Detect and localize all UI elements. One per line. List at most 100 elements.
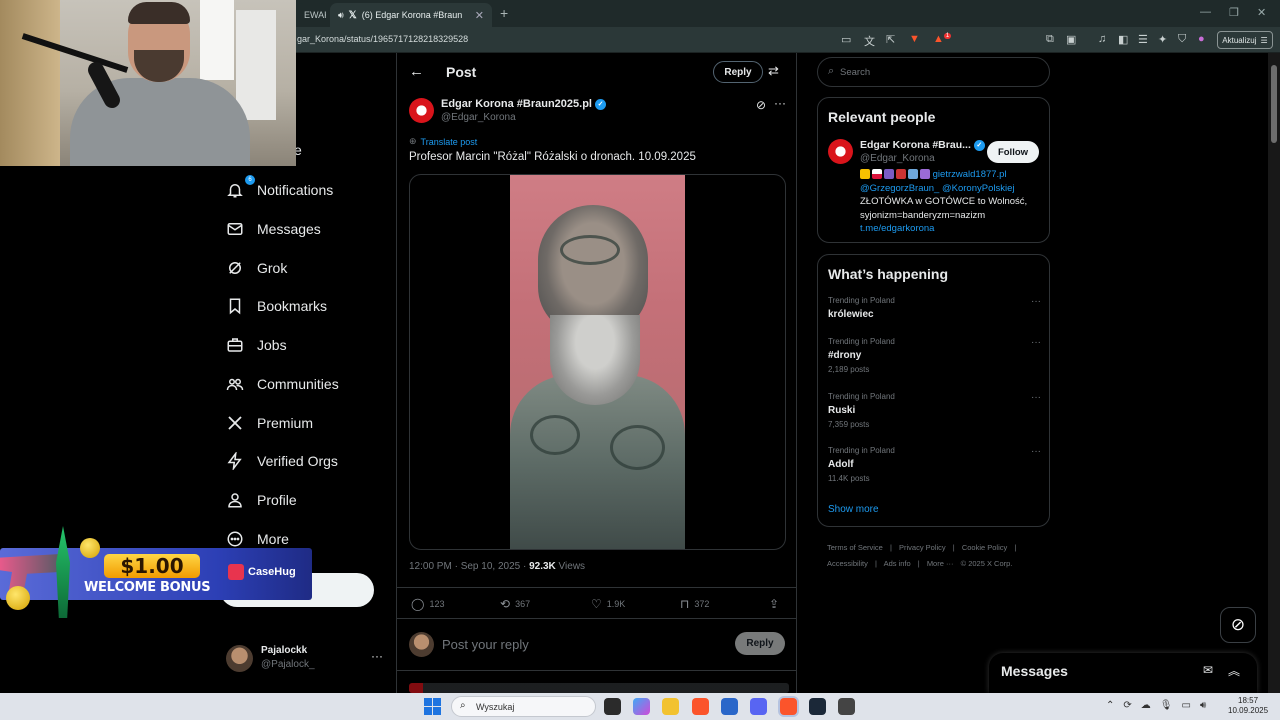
- avatar[interactable]: [828, 139, 853, 164]
- file-explorer-icon[interactable]: [662, 698, 679, 715]
- trend-item[interactable]: Trending in Poland #drony 2,189 posts ··…: [828, 337, 1041, 374]
- brave-rewards-icon[interactable]: ▲ 1: [933, 33, 952, 45]
- windows-start-icon[interactable]: [424, 698, 441, 715]
- network-icon[interactable]: ▭: [1181, 700, 1190, 711]
- translate-post-link[interactable]: ⊕ Translate post: [409, 136, 477, 147]
- volume-icon[interactable]: 🔊︎: [1200, 700, 1206, 711]
- nav-item-communities[interactable]: Communities: [226, 375, 339, 393]
- close-window-icon[interactable]: ✕: [1257, 6, 1266, 19]
- sync-icon[interactable]: ⟳: [1123, 700, 1131, 711]
- chevron-up-icon[interactable]: ︽: [1228, 662, 1240, 679]
- steam-icon[interactable]: [809, 698, 826, 715]
- repost-action[interactable]: ⟲ 367: [500, 597, 530, 611]
- taskbar-search[interactable]: ⌕ Wyszukaj: [451, 696, 596, 717]
- extensions-icon[interactable]: ⧉: [1046, 33, 1054, 46]
- browser-tab-active[interactable]: 🔊︎ 𝕏 (6) Edgar Korona #Braun2025 ✕: [330, 3, 492, 27]
- translate-icon[interactable]: 文: [864, 33, 875, 49]
- microphone-icon[interactable]: 🎙︎: [1160, 700, 1173, 711]
- brave-shield-icon[interactable]: ▼: [909, 33, 920, 45]
- brave-active-icon[interactable]: [780, 698, 797, 715]
- vpn-icon[interactable]: ⛉: [1178, 33, 1186, 46]
- messages-drawer[interactable]: Messages ✉ ︽: [989, 653, 1257, 693]
- update-button[interactable]: Aktualizuj ☰: [1217, 31, 1273, 49]
- sidebar-toggle-icon[interactable]: ◧: [1118, 33, 1128, 46]
- more-dots-icon[interactable]: ···: [774, 96, 786, 110]
- nav-item-bookmarks[interactable]: Bookmarks: [226, 297, 327, 315]
- relevant-person-name[interactable]: Edgar Korona #Brau... ✓: [860, 139, 985, 151]
- copilot-icon[interactable]: [633, 698, 650, 715]
- browser-tab[interactable]: EWAKU: [296, 3, 326, 27]
- media-icon[interactable]: ♫: [1098, 33, 1106, 45]
- leo-ai-icon[interactable]: ✦: [1158, 33, 1167, 46]
- reply-action[interactable]: ◯ 123: [411, 597, 444, 611]
- brave-browser-icon[interactable]: [692, 698, 709, 715]
- url-field[interactable]: gar_Korona/status/1965717128218329528: [297, 34, 468, 44]
- new-message-icon[interactable]: ✉: [1203, 663, 1213, 677]
- promo-banner[interactable]: $1.00 WELCOME BONUS CaseHug: [0, 526, 312, 622]
- more-dots-icon[interactable]: ···: [371, 649, 383, 663]
- bio-telegram-link[interactable]: t.me/edgarkorona: [860, 223, 934, 234]
- more-dots-icon[interactable]: ···: [1031, 296, 1041, 307]
- profile-icon[interactable]: ●: [1198, 33, 1205, 45]
- more-dots-icon[interactable]: ···: [1031, 337, 1041, 348]
- relevant-person-handle[interactable]: @Edgar_Korona: [860, 153, 935, 164]
- nav-item-messages[interactable]: Messages: [226, 220, 321, 238]
- footer-link[interactable]: Terms of Service: [827, 543, 883, 552]
- filter-icon[interactable]: ⇄: [768, 63, 779, 79]
- trend-item[interactable]: Trending in Poland Adolf 11.4K posts ···: [828, 446, 1041, 483]
- footer-link[interactable]: Cookie Policy: [962, 543, 1007, 552]
- new-tab-button[interactable]: +: [500, 5, 508, 21]
- video-player[interactable]: [409, 174, 786, 550]
- scrollbar[interactable]: [1268, 53, 1280, 693]
- task-view-icon[interactable]: [604, 698, 621, 715]
- avatar[interactable]: [409, 98, 434, 123]
- bio-link[interactable]: gietrzwald1877.pl: [933, 169, 1007, 180]
- reply-button[interactable]: Reply: [713, 61, 763, 83]
- taskbar-clock[interactable]: 18:57 10.09.2025: [1228, 696, 1268, 716]
- nav-item-notifications[interactable]: 6 Notifications: [226, 175, 333, 199]
- trend-item[interactable]: Trending in Poland królewiec ···: [828, 296, 1041, 320]
- taskbar-search-input[interactable]: Wyszukaj: [476, 702, 514, 712]
- share-page-icon[interactable]: ⇱: [886, 33, 895, 46]
- bookmark-action[interactable]: ⊓ 372: [680, 597, 709, 611]
- like-action[interactable]: ♡ 1.9K: [591, 597, 625, 611]
- footer-link[interactable]: Accessibility: [827, 559, 868, 568]
- account-switcher[interactable]: Pajalockk @Pajalock_ ···: [226, 640, 386, 680]
- nav-item-jobs[interactable]: Jobs: [226, 336, 287, 354]
- cast-icon[interactable]: ▭: [841, 33, 851, 46]
- nav-item-verified-orgs[interactable]: Verified Orgs: [226, 452, 338, 470]
- follow-button[interactable]: Follow: [987, 141, 1039, 163]
- bio-mentions[interactable]: @GrzegorzBraun_ @KoronyPolskiej: [860, 183, 1014, 194]
- nav-item-profile[interactable]: Profile: [226, 491, 297, 509]
- trend-item[interactable]: Trending in Poland Ruski 7,359 posts ···: [828, 392, 1041, 429]
- search-input[interactable]: Search: [840, 67, 870, 78]
- chevron-up-icon[interactable]: ⌃: [1106, 700, 1114, 711]
- footer-link[interactable]: Privacy Policy: [899, 543, 946, 552]
- close-tab-icon[interactable]: ✕: [475, 9, 484, 22]
- minimize-icon[interactable]: —: [1200, 6, 1211, 18]
- wallet-icon[interactable]: ▣: [1066, 33, 1076, 46]
- bookmarks-bar-icon[interactable]: ☰: [1138, 33, 1148, 46]
- reply-submit-button[interactable]: Reply: [735, 632, 785, 655]
- show-more-link[interactable]: Show more: [828, 504, 879, 515]
- more-dots-icon[interactable]: ···: [1031, 446, 1041, 457]
- grok-icon[interactable]: ⊘: [756, 98, 766, 112]
- footer-more-link[interactable]: More ···: [927, 559, 954, 568]
- author-name[interactable]: Edgar Korona #Braun2025.pl ✓: [441, 98, 606, 110]
- nav-item-grok[interactable]: Grok: [226, 259, 287, 277]
- store-icon[interactable]: [721, 698, 738, 715]
- maximize-icon[interactable]: ❐: [1229, 6, 1239, 19]
- back-arrow-icon[interactable]: ←: [409, 63, 424, 80]
- footer-link[interactable]: Ads info: [884, 559, 911, 568]
- grok-floating-button[interactable]: ⊘: [1220, 607, 1256, 643]
- discord-icon[interactable]: [750, 698, 767, 715]
- nav-item-premium[interactable]: Premium: [226, 414, 313, 432]
- obs-icon[interactable]: [838, 698, 855, 715]
- reply-input[interactable]: Post your reply: [442, 637, 529, 652]
- cloud-icon[interactable]: ☁: [1141, 700, 1151, 711]
- author-handle[interactable]: @Edgar_Korona: [441, 112, 516, 123]
- more-dots-icon[interactable]: ···: [1031, 392, 1041, 403]
- search-box[interactable]: ⌕ Search: [817, 57, 1050, 87]
- share-action[interactable]: ⇪: [769, 597, 779, 611]
- scrollbar-thumb[interactable]: [1271, 65, 1277, 143]
